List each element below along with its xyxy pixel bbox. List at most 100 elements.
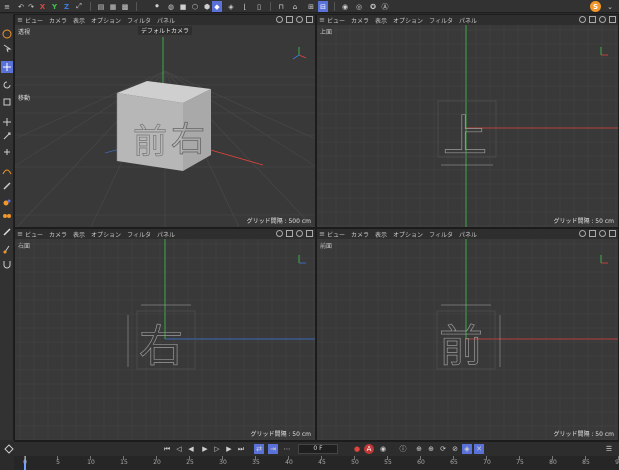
menu-panel[interactable]: パネル xyxy=(459,16,477,25)
keyframe-selection-icon[interactable]: ◉ xyxy=(378,444,388,454)
viewport-right[interactable]: ≡ ビュー カメラ 表示 オプション フィルタ パネル 右面 右 グリッド間隔 … xyxy=(14,228,316,441)
key-param-icon[interactable]: ◈ xyxy=(462,444,472,454)
menu-filter[interactable]: フィルタ xyxy=(127,16,151,25)
menu-display[interactable]: 表示 xyxy=(375,16,387,25)
maximize-icon[interactable] xyxy=(306,230,313,237)
menu-filter[interactable]: フィルタ xyxy=(429,16,453,25)
brand-logo-icon[interactable]: S xyxy=(590,1,601,12)
uv-mode-icon[interactable]: ◈ xyxy=(226,1,236,12)
grid-snap-icon[interactable]: ⊞ xyxy=(306,1,316,12)
viewport-hamburger-icon[interactable]: ≡ xyxy=(317,15,327,25)
viewport-perspective[interactable]: ≡ ビュー カメラ 表示 オプション フィルタ パネル 透視 デフォルトカメラ xyxy=(14,14,316,228)
asset-browser-icon[interactable]: Ⓐ xyxy=(380,1,390,12)
rotate-tool-icon[interactable] xyxy=(1,79,13,91)
live-select-icon[interactable] xyxy=(1,42,13,54)
tweak-mode-icon[interactable]: ▯ xyxy=(254,1,264,12)
current-frame-field[interactable]: 0 F xyxy=(298,444,338,454)
dolly-icon[interactable] xyxy=(589,16,596,23)
rotate-view-icon[interactable] xyxy=(599,230,606,237)
viewport-hamburger-icon[interactable]: ≡ xyxy=(15,15,25,25)
key-info-icon[interactable]: ⓘ xyxy=(398,444,408,454)
polygons-mode-icon[interactable]: ◆ xyxy=(212,1,222,12)
prev-key-icon[interactable]: ◁ xyxy=(174,444,184,454)
key-pla-icon[interactable]: ✕ xyxy=(474,444,484,454)
workplane-icon[interactable] xyxy=(1,146,13,158)
record-icon[interactable]: ⏺ xyxy=(152,1,162,12)
pan-icon[interactable] xyxy=(276,230,283,237)
timeline-settings-icon[interactable]: ⋯ xyxy=(282,444,292,454)
paint-icon[interactable] xyxy=(1,196,13,208)
pan-icon[interactable] xyxy=(579,230,586,237)
axis-x-toggle[interactable]: X xyxy=(38,1,47,12)
target-icon[interactable]: ◎ xyxy=(354,1,364,12)
brush-icon[interactable] xyxy=(1,180,13,192)
axis-z-toggle[interactable]: Z xyxy=(62,1,71,12)
keyframe-diamond-icon[interactable] xyxy=(4,444,14,454)
dolly-icon[interactable] xyxy=(589,230,596,237)
clapboard-render-icon[interactable]: ▤ xyxy=(96,1,106,12)
menu-camera[interactable]: カメラ xyxy=(351,230,369,239)
menu-display[interactable]: 表示 xyxy=(375,230,387,239)
light-icon[interactable]: ✪ xyxy=(368,1,378,12)
range-icon[interactable]: ⇥ xyxy=(268,444,278,454)
render-view-icon[interactable]: ▦ xyxy=(108,1,118,12)
maximize-icon[interactable] xyxy=(609,230,616,237)
menu-panel[interactable]: パネル xyxy=(459,230,477,239)
menu-filter[interactable]: フィルタ xyxy=(127,230,151,239)
menu-panel[interactable]: パネル xyxy=(157,230,175,239)
magnet-tool-icon[interactable] xyxy=(1,258,13,270)
next-frame-icon[interactable]: ▷ xyxy=(212,444,222,454)
play-icon[interactable]: ▶ xyxy=(200,444,210,454)
lock-icon[interactable]: ⌂ xyxy=(290,1,300,12)
viewport-hamburger-icon[interactable]: ≡ xyxy=(15,229,25,239)
maximize-icon[interactable] xyxy=(609,16,616,23)
viewport-top[interactable]: ≡ ビュー カメラ 表示 オプション フィルタ パネル 上面 上 グリッド間隔 … xyxy=(316,14,619,228)
pan-icon[interactable] xyxy=(579,16,586,23)
rotate-view-icon[interactable] xyxy=(599,16,606,23)
rotate-view-icon[interactable] xyxy=(296,16,303,23)
scale-tool-icon[interactable] xyxy=(1,96,13,108)
spline-pen-icon[interactable] xyxy=(1,165,13,177)
menu-filter[interactable]: フィルタ xyxy=(429,230,453,239)
menu-display[interactable]: 表示 xyxy=(73,16,85,25)
scale-axis-icon[interactable] xyxy=(1,130,13,142)
undo-icon[interactable]: ↶ xyxy=(16,1,26,12)
menu-camera[interactable]: カメラ xyxy=(49,230,67,239)
axis-y-toggle[interactable]: Y xyxy=(50,1,59,12)
knife-icon[interactable] xyxy=(1,226,13,238)
menu-options[interactable]: オプション xyxy=(91,230,121,239)
timeline-toggle-icon[interactable]: ☰ xyxy=(604,444,614,454)
menu-display[interactable]: 表示 xyxy=(73,230,85,239)
viewport-layout-icon[interactable]: ⊟ xyxy=(318,1,328,12)
loop-icon[interactable]: ⇄ xyxy=(254,444,264,454)
go-to-end-icon[interactable]: ⏭ xyxy=(236,444,246,454)
menu-view[interactable]: ビュー xyxy=(327,230,345,239)
hamburger-menu-icon[interactable]: ≡ xyxy=(2,1,12,12)
maximize-icon[interactable] xyxy=(306,16,313,23)
selection-icon[interactable] xyxy=(1,28,13,40)
record-key-icon[interactable]: ● xyxy=(352,444,362,454)
menu-options[interactable]: オプション xyxy=(91,16,121,25)
render-settings-icon[interactable]: ▩ xyxy=(120,1,130,12)
menu-view[interactable]: ビュー xyxy=(25,16,43,25)
timeline-ruler[interactable]: 0 5 10 15 20 25 30 35 40 45 50 55 60 65 70 75 80 85 90 xyxy=(14,456,619,470)
viewport-hamburger-icon[interactable]: ≡ xyxy=(317,229,327,239)
pan-icon[interactable] xyxy=(276,16,283,23)
key-rotation-icon[interactable]: ⟳ xyxy=(438,444,448,454)
menu-camera[interactable]: カメラ xyxy=(49,16,67,25)
magnet-icon[interactable]: ⊓ xyxy=(276,1,286,12)
next-key-icon[interactable]: ▶ xyxy=(224,444,234,454)
menu-options[interactable]: オプション xyxy=(393,230,423,239)
cube-icon[interactable]: ■ xyxy=(178,1,188,12)
move-tool-icon[interactable] xyxy=(1,61,13,73)
points-mode-icon[interactable]: ⬡ xyxy=(190,1,200,12)
go-to-start-icon[interactable]: ⏮ xyxy=(162,444,172,454)
edges-mode-icon[interactable]: ⬢ xyxy=(202,1,212,12)
menu-options[interactable]: オプション xyxy=(393,16,423,25)
axis-mode-icon[interactable]: ⌊ xyxy=(240,1,250,12)
menu-view[interactable]: ビュー xyxy=(327,16,345,25)
menu-view[interactable]: ビュー xyxy=(25,230,43,239)
layout-switch-icon[interactable]: ⌄ xyxy=(605,1,615,12)
viewport-front[interactable]: ≡ ビュー カメラ 表示 オプション フィルタ パネル 前面 前 グリッド間隔 … xyxy=(316,228,619,441)
rotate-view-icon[interactable] xyxy=(296,230,303,237)
